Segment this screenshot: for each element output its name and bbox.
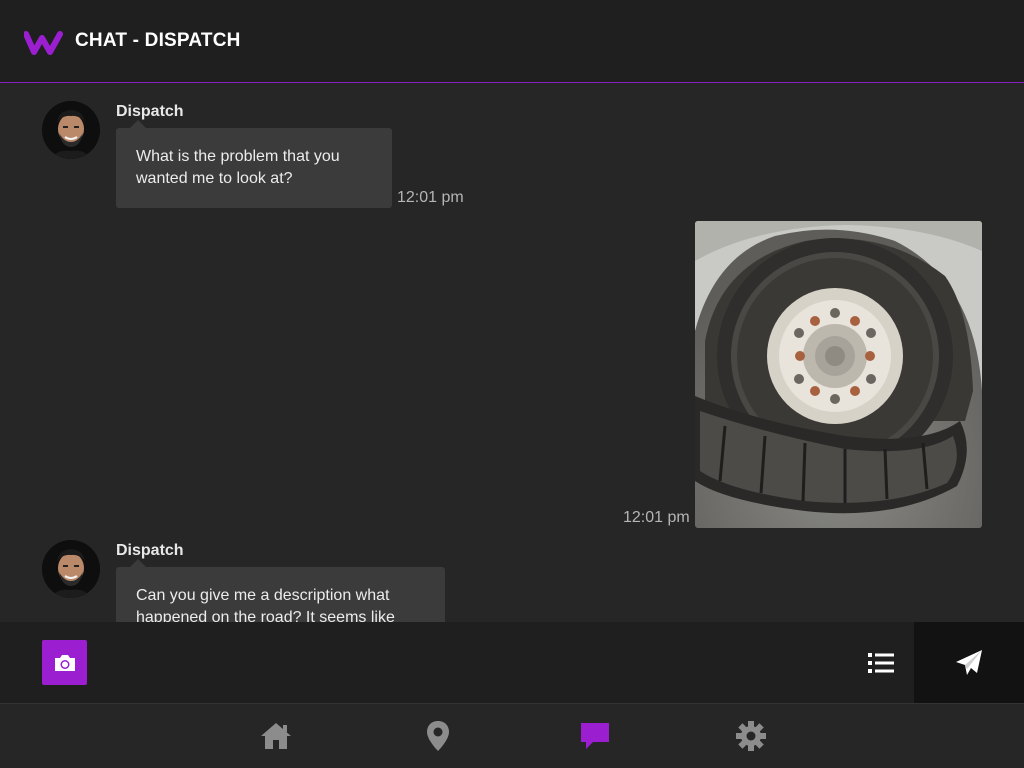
list-icon — [868, 653, 894, 673]
nav-settings[interactable] — [731, 718, 771, 754]
message-timestamp: 12:01 pm — [623, 509, 690, 526]
quick-replies-button[interactable] — [858, 642, 904, 684]
message-bubble: Can you give me a description what happe… — [116, 559, 445, 622]
send-button[interactable] — [914, 622, 1024, 703]
message-text: Can you give me a description what happe… — [136, 587, 395, 622]
composer-bar — [0, 622, 1024, 703]
bottom-nav — [0, 703, 1024, 768]
message-timestamp: 12:01 pm — [397, 189, 464, 206]
sender-name: Dispatch — [116, 542, 184, 559]
dispatch-avatar — [42, 101, 100, 159]
nav-location[interactable] — [418, 718, 458, 754]
dispatch-avatar — [42, 540, 100, 598]
message-list[interactable]: Dispatch What is the problem that you wa… — [0, 84, 1024, 622]
page-title: CHAT - DISPATCH — [75, 30, 241, 51]
send-icon — [956, 649, 982, 675]
app-header: CHAT - DISPATCH — [0, 0, 1024, 83]
chat-icon — [581, 723, 609, 749]
brand-logo-icon — [24, 31, 63, 55]
chat-app: CHAT - DISPATCH Dispatch What is the pro… — [0, 0, 1024, 768]
nav-chat[interactable] — [575, 718, 615, 754]
message-text: What is the problem that you wanted me t… — [136, 148, 340, 187]
home-icon — [261, 723, 291, 749]
flat-tire-photo[interactable] — [695, 221, 982, 528]
sender-name: Dispatch — [116, 103, 184, 120]
nav-home[interactable] — [256, 718, 296, 754]
location-pin-icon — [427, 721, 449, 751]
message-bubble: What is the problem that you wanted me t… — [116, 120, 392, 208]
camera-icon — [54, 654, 75, 671]
camera-button[interactable] — [42, 640, 87, 685]
gear-icon — [736, 721, 766, 751]
